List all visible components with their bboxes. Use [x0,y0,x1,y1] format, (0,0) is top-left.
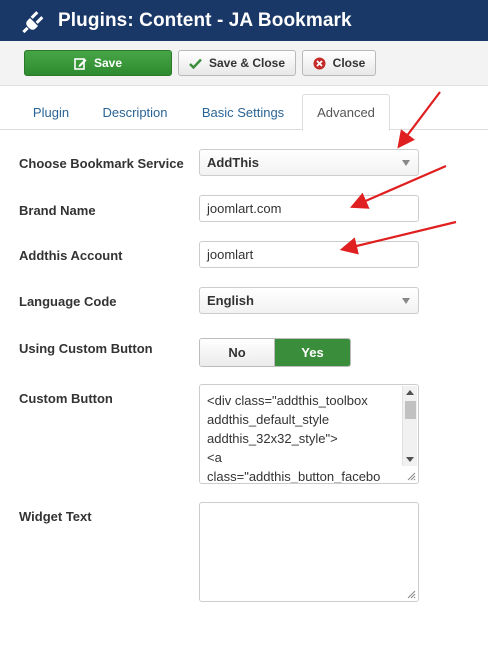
edit-icon [74,57,87,70]
code-line: addthis_default_style [207,412,330,427]
addthis-account-input[interactable]: joomlart [199,241,419,268]
language-code-select[interactable]: English [199,287,419,314]
custom-button-label: Custom Button [19,391,113,406]
save-button-label: Save [93,56,123,70]
checkmark-icon [189,58,202,69]
widget-text-label: Widget Text [19,509,92,524]
scroll-thumb[interactable] [405,401,416,419]
language-code-label: Language Code [19,294,117,309]
close-circle-icon [313,57,326,70]
brand-name-value: joomlart.com [207,201,282,216]
bookmark-service-select[interactable]: AddThis [199,149,419,176]
widget-text-textarea[interactable] [199,502,419,602]
close-button[interactable]: Close [302,50,376,76]
code-line: <a [207,450,222,465]
code-line: addthis_32x32_style"> [207,431,338,446]
scroll-up-icon[interactable] [406,390,414,395]
chevron-down-icon [402,298,410,304]
plug-icon [22,10,44,33]
resize-grip-icon[interactable] [406,589,416,599]
resize-grip-icon[interactable] [406,471,416,481]
close-button-label: Close [332,56,366,70]
save-button[interactable]: Save [24,50,172,76]
code-line: class="addthis_button_facebo [207,469,381,484]
custom-button-textarea[interactable]: <div class="addthis_toolbox addthis_defa… [199,384,419,484]
tab-advanced[interactable]: Advanced [302,94,390,131]
tab-basic-settings[interactable]: Basic Settings [190,94,296,130]
tab-bar: Plugin Description Basic Settings Advanc… [0,94,488,131]
scroll-down-icon[interactable] [406,457,414,462]
save-close-button[interactable]: Save & Close [178,50,296,76]
custom-button-toggle: No Yes [199,338,351,367]
language-code-value: English [207,293,254,308]
tab-description[interactable]: Description [90,94,180,130]
page-header: Plugins: Content - JA Bookmark [0,0,488,41]
toggle-no-button[interactable]: No [200,339,275,366]
tab-plugin[interactable]: Plugin [21,94,81,130]
chevron-down-icon [402,160,410,166]
toggle-yes-button[interactable]: Yes [275,339,350,366]
toolbar: Save Save & Close Close [0,41,488,86]
bookmark-service-label: Choose Bookmark Service [19,156,184,171]
addthis-account-label: Addthis Account [19,248,123,263]
brand-name-label: Brand Name [19,203,96,218]
vertical-scrollbar[interactable] [402,386,417,466]
custom-button-toggle-label: Using Custom Button [19,341,153,356]
save-close-button-label: Save & Close [208,56,286,70]
addthis-account-value: joomlart [207,247,254,262]
code-line: <div class="addthis_toolbox [207,393,368,408]
brand-name-input[interactable]: joomlart.com [199,195,419,222]
bookmark-service-value: AddThis [207,155,259,170]
page-title: Plugins: Content - JA Bookmark [58,9,352,31]
